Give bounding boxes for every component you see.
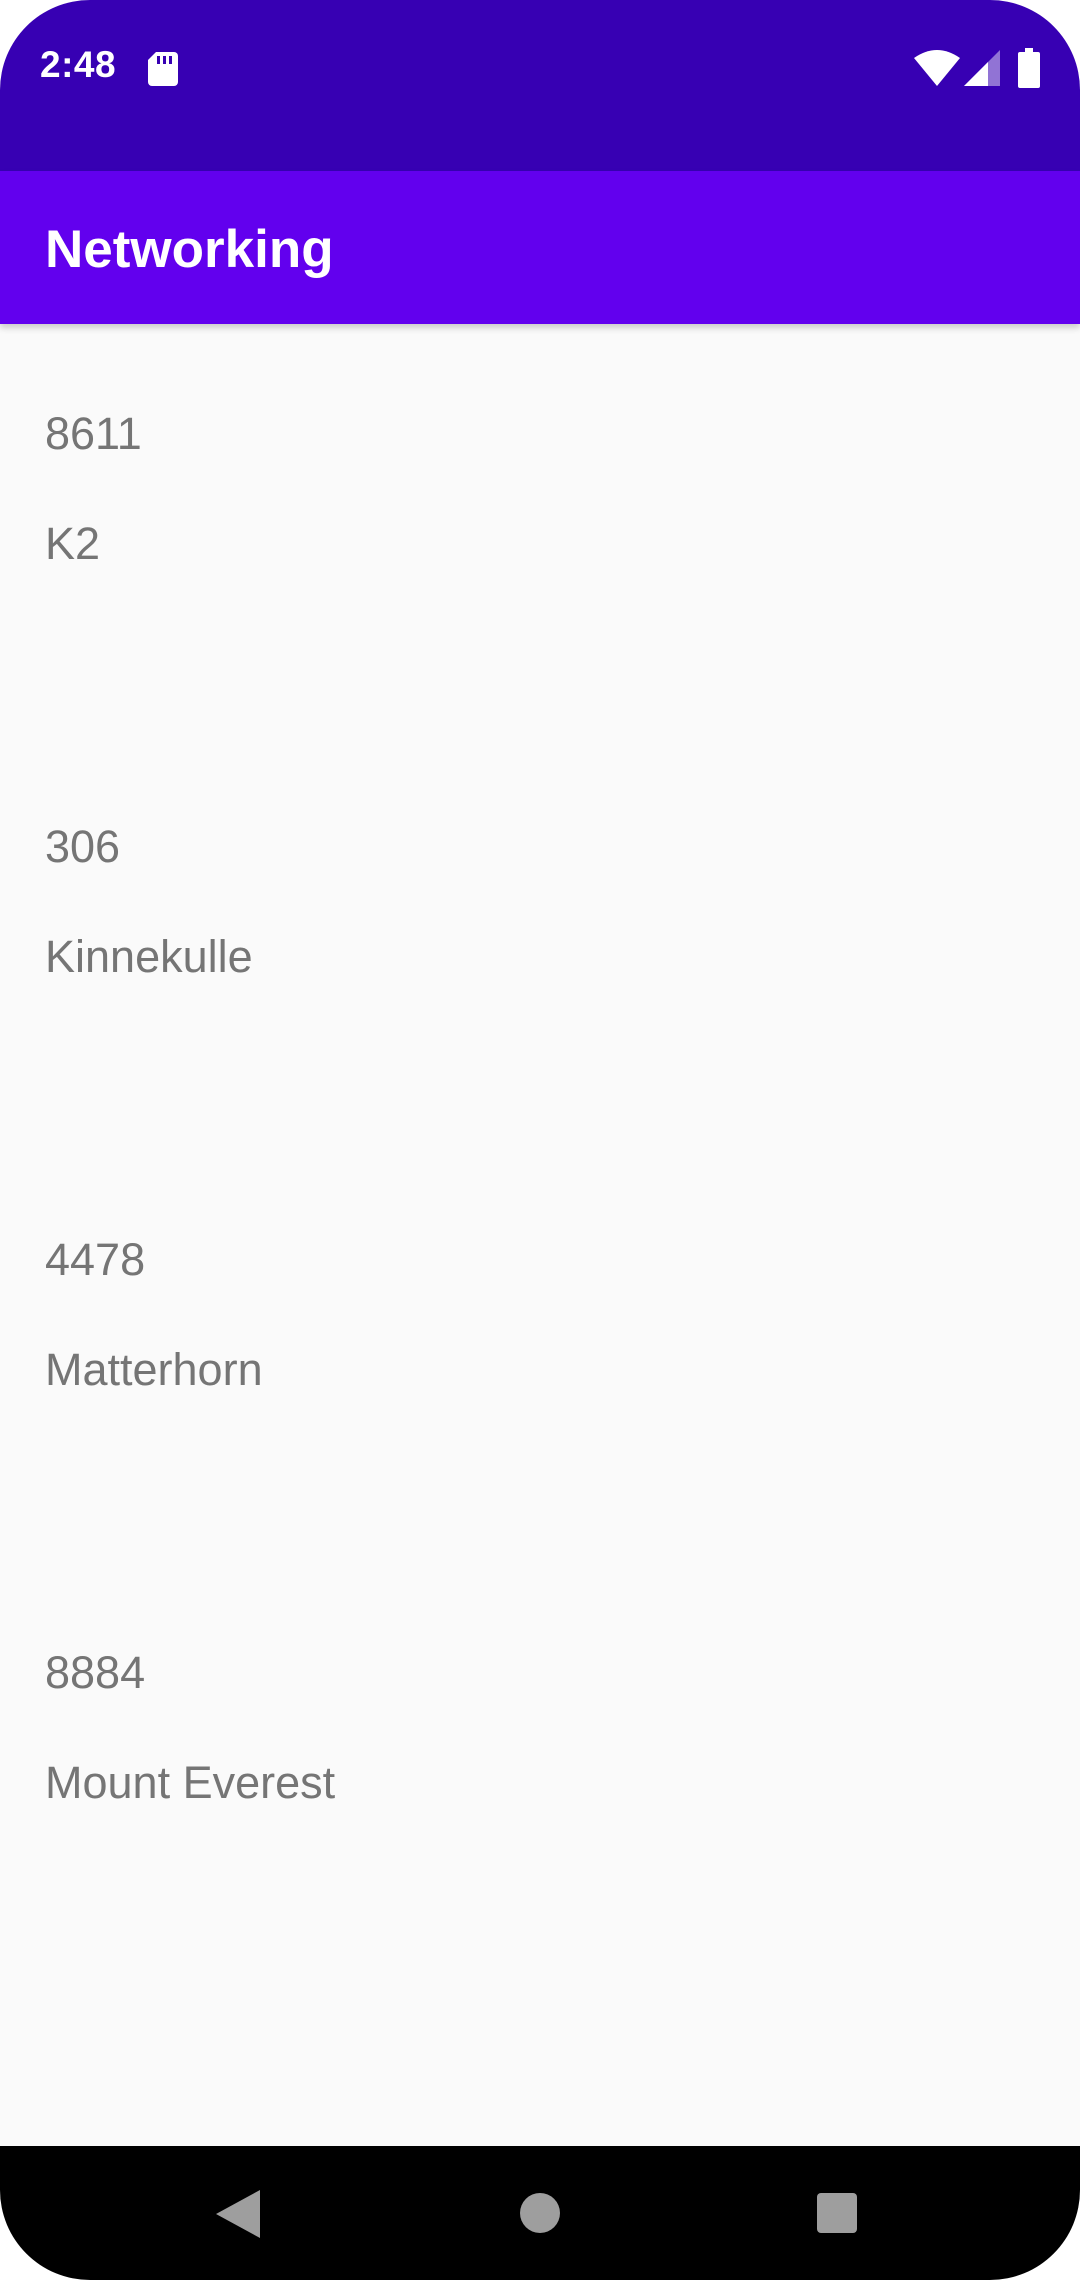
navigation-bar	[0, 2146, 1080, 2280]
item-name: Matterhorn	[45, 1344, 263, 1395]
home-icon[interactable]	[520, 2193, 560, 2233]
status-time: 2:48	[40, 44, 117, 85]
app-bar: Networking	[0, 171, 1080, 324]
list-item[interactable]: 306 Kinnekulle	[0, 737, 1080, 1150]
wifi-icon	[914, 50, 960, 86]
item-name: Mount Everest	[45, 1757, 336, 1808]
status-bar: 2:48	[0, 0, 1080, 171]
item-name: K2	[45, 518, 101, 569]
sd-card-icon	[148, 52, 178, 86]
item-height: 306	[45, 821, 121, 872]
list-item[interactable]: 4478 Matterhorn	[0, 1150, 1080, 1563]
app-title: Networking	[45, 220, 334, 279]
item-height: 4478	[45, 1234, 146, 1285]
device-screen: 2:48 Networking 8611 K2 306 Kinnekulle 4…	[0, 0, 1080, 2280]
list-item[interactable]: 8884 Mount Everest	[0, 1563, 1080, 1976]
recents-icon[interactable]	[817, 2193, 857, 2233]
list-item[interactable]: 8611 K2	[0, 324, 1080, 737]
back-icon[interactable]	[216, 2190, 260, 2238]
item-name: Kinnekulle	[45, 931, 253, 982]
mountain-list[interactable]: 8611 K2 306 Kinnekulle 4478 Matterhorn 8…	[0, 324, 1080, 2146]
battery-icon	[1018, 48, 1040, 88]
item-height: 8884	[45, 1647, 146, 1698]
item-height: 8611	[45, 408, 142, 459]
signal-icon	[964, 50, 1000, 86]
